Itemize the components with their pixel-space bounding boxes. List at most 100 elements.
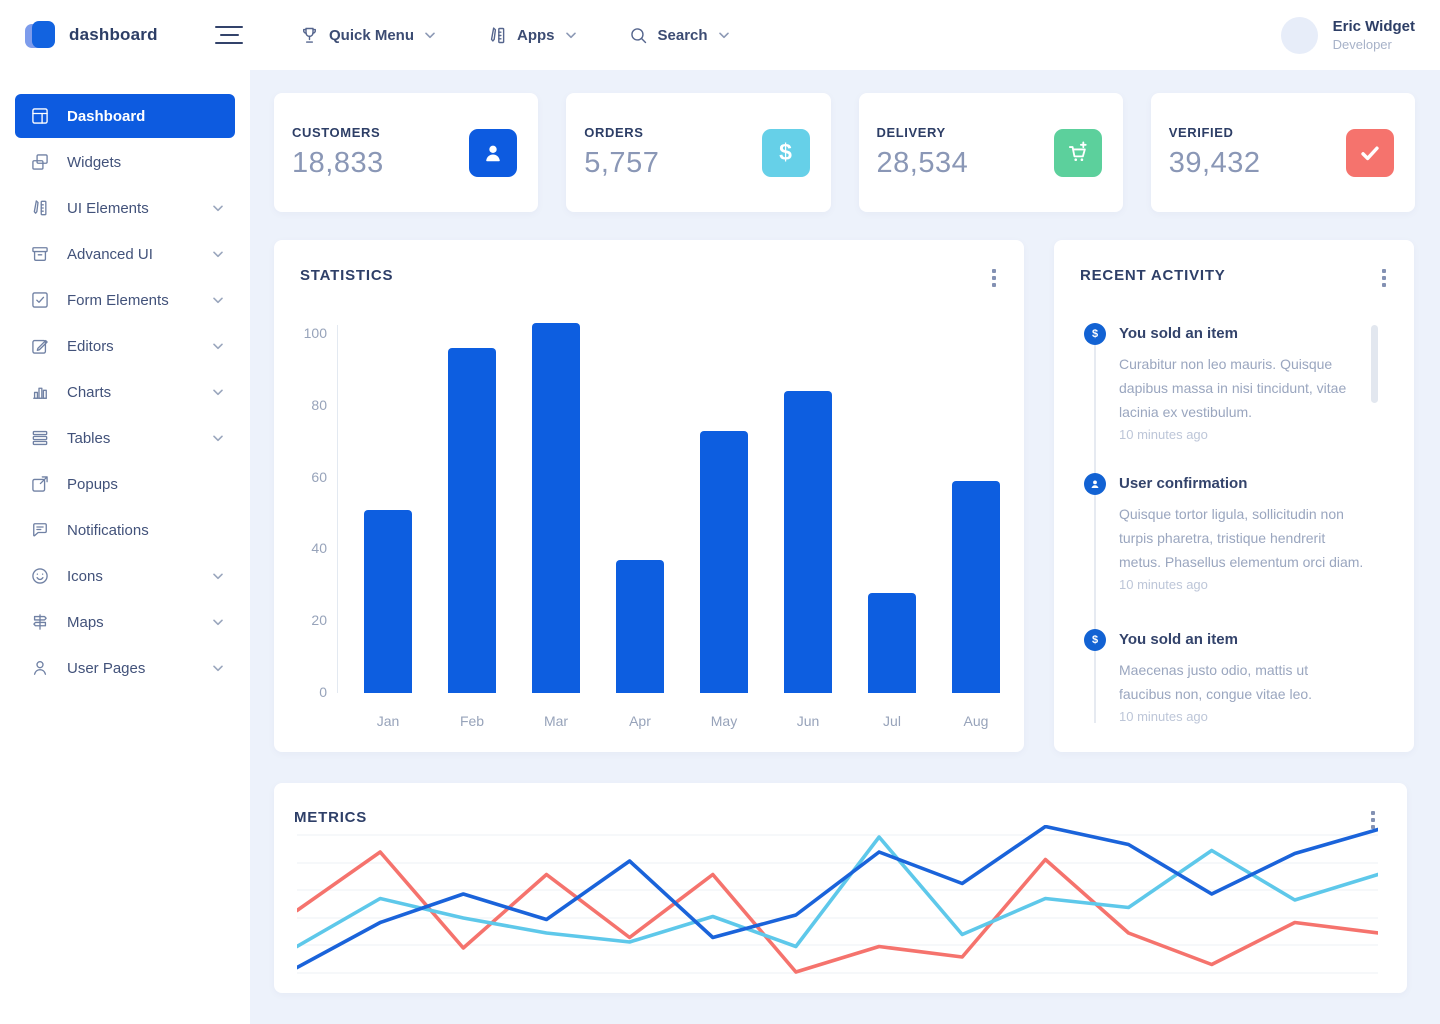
chevron-down-icon bbox=[566, 32, 576, 39]
activity-title: You sold an item bbox=[1119, 629, 1384, 648]
sidebar-nav: DashboardWidgetsUI Elements Advanced UI Fo… bbox=[0, 94, 250, 690]
y-axis-tick: 100 bbox=[274, 325, 327, 341]
sidebar-item-label: Notifications bbox=[67, 522, 149, 539]
statistics-bar-chart: 100806040200JanFebMarAprMayJunJulAug bbox=[274, 240, 1024, 752]
metrics-card: METRICS bbox=[274, 783, 1407, 993]
bar-jul bbox=[868, 593, 916, 694]
x-axis-label: Apr bbox=[610, 713, 670, 729]
recent-activity-card: RECENT ACTIVITY $You sold an itemCurabit… bbox=[1054, 240, 1414, 752]
bar-feb bbox=[448, 348, 496, 693]
metrics-line-blue bbox=[297, 827, 1378, 968]
x-axis-label: May bbox=[694, 713, 754, 729]
user-icon bbox=[469, 129, 517, 177]
dollar-badge-icon: $ bbox=[1084, 323, 1106, 345]
editors-icon bbox=[30, 336, 50, 356]
sidebar-item-ui-elements[interactable]: UI Elements bbox=[15, 186, 235, 230]
sidebar-item-tables[interactable]: Tables bbox=[15, 416, 235, 460]
bars-plot: JanFebMarAprMayJunJulAug bbox=[337, 334, 1013, 693]
y-axis-tick: 0 bbox=[274, 684, 327, 700]
tables-icon bbox=[30, 428, 50, 448]
check-icon bbox=[1346, 129, 1394, 177]
chevron-down-icon bbox=[213, 435, 223, 442]
sidebar-item-label: User Pages bbox=[67, 660, 145, 677]
chevron-down-icon bbox=[213, 251, 223, 258]
x-axis-label: Jul bbox=[862, 713, 922, 729]
widgets-icon bbox=[30, 152, 50, 172]
sidebar-item-charts[interactable]: Charts bbox=[15, 370, 235, 414]
user-role: Developer bbox=[1333, 37, 1415, 52]
avatar bbox=[1281, 17, 1318, 54]
stat-card-customers: CUSTOMERS18,833 bbox=[274, 93, 538, 212]
popups-icon bbox=[30, 474, 50, 494]
sidebar-item-label: Charts bbox=[67, 384, 111, 401]
chevron-down-icon bbox=[425, 32, 435, 39]
x-axis-label: Aug bbox=[946, 713, 1006, 729]
header-menu-item-quick-menu[interactable]: Quick Menu bbox=[299, 25, 435, 46]
maps-icon bbox=[30, 612, 50, 632]
ui-elements-icon bbox=[30, 198, 50, 218]
user-menu[interactable]: Eric Widget Developer bbox=[1281, 17, 1415, 54]
dollar-icon: $ bbox=[762, 129, 810, 177]
activity-time: 10 minutes ago bbox=[1119, 577, 1384, 592]
activity-item: $You sold an itemCurabitur non leo mauri… bbox=[1084, 323, 1384, 442]
stat-card-delivery: DELIVERY28,534 bbox=[859, 93, 1123, 212]
sidebar-item-widgets[interactable]: Widgets bbox=[15, 140, 235, 184]
y-axis-tick: 20 bbox=[274, 612, 327, 628]
app-logo[interactable]: dashboard bbox=[25, 20, 183, 50]
chevron-down-icon bbox=[213, 297, 223, 304]
sidebar-item-label: Maps bbox=[67, 614, 104, 631]
cart-icon bbox=[1054, 129, 1102, 177]
logo-icon bbox=[25, 20, 55, 50]
activity-time: 10 minutes ago bbox=[1119, 709, 1384, 724]
advanced-ui-icon bbox=[30, 244, 50, 264]
user-name: Eric Widget bbox=[1333, 18, 1415, 35]
form-elements-icon bbox=[30, 290, 50, 310]
sidebar-item-form-elements[interactable]: Form Elements bbox=[15, 278, 235, 322]
pen-ruler-icon bbox=[487, 25, 508, 46]
activity-time: 10 minutes ago bbox=[1119, 427, 1384, 442]
header-menu-item-apps[interactable]: Apps bbox=[487, 25, 576, 46]
kebab-menu-icon[interactable] bbox=[1380, 267, 1388, 289]
activity-text: Quisque tortor ligula, sollicitudin non … bbox=[1119, 502, 1364, 574]
metrics-line-salmon bbox=[297, 852, 1378, 972]
bar-jun bbox=[784, 391, 832, 693]
metrics-line-chart bbox=[297, 825, 1378, 975]
sidebar-item-label: Advanced UI bbox=[67, 246, 153, 263]
stat-label: CUSTOMERS bbox=[292, 125, 384, 140]
x-axis-label: Feb bbox=[442, 713, 502, 729]
sidebar-item-popups[interactable]: Popups bbox=[15, 462, 235, 506]
sidebar-item-icons[interactable]: Icons bbox=[15, 554, 235, 598]
sidebar-item-label: Popups bbox=[67, 476, 118, 493]
stat-label: ORDERS bbox=[584, 125, 659, 140]
sidebar: DashboardWidgetsUI Elements Advanced UI Fo… bbox=[0, 70, 250, 1024]
activity-item: $You sold an itemMaecenas justo odio, ma… bbox=[1084, 629, 1384, 724]
menu-item-label: Quick Menu bbox=[329, 27, 414, 44]
icons-icon bbox=[30, 566, 50, 586]
sidebar-item-editors[interactable]: Editors bbox=[15, 324, 235, 368]
y-axis-tick: 60 bbox=[274, 469, 327, 485]
user-pages-icon bbox=[30, 658, 50, 678]
sidebar-item-maps[interactable]: Maps bbox=[15, 600, 235, 644]
chevron-down-icon bbox=[213, 389, 223, 396]
top-header: dashboard Quick Menu Apps Search Eric Widg… bbox=[0, 0, 1440, 70]
sidebar-item-advanced-ui[interactable]: Advanced UI bbox=[15, 232, 235, 276]
header-menu-item-search[interactable]: Search bbox=[628, 25, 729, 46]
charts-icon bbox=[30, 382, 50, 402]
activity-text: Curabitur non leo mauris. Quisque dapibu… bbox=[1119, 352, 1364, 424]
notifications-icon bbox=[30, 520, 50, 540]
stat-label: VERIFIED bbox=[1169, 125, 1261, 140]
sidebar-toggle-button[interactable] bbox=[215, 26, 243, 44]
chevron-down-icon bbox=[213, 205, 223, 212]
stat-card-verified: VERIFIED39,432 bbox=[1151, 93, 1415, 212]
middle-row: STATISTICS 100806040200JanFebMarAprMayJu… bbox=[274, 240, 1415, 752]
sidebar-item-notifications[interactable]: Notifications bbox=[15, 508, 235, 552]
stat-cards-row: CUSTOMERS18,833ORDERS5,757$DELIVERY28,53… bbox=[274, 93, 1415, 212]
chevron-down-icon bbox=[213, 343, 223, 350]
dollar-badge-icon: $ bbox=[1084, 629, 1106, 651]
stat-value: 28,534 bbox=[877, 147, 969, 180]
sidebar-item-user-pages[interactable]: User Pages bbox=[15, 646, 235, 690]
sidebar-item-dashboard[interactable]: Dashboard bbox=[15, 94, 235, 138]
chevron-down-icon bbox=[719, 32, 729, 39]
dashboard-icon bbox=[30, 106, 50, 126]
activity-scrollbar[interactable] bbox=[1371, 325, 1378, 403]
